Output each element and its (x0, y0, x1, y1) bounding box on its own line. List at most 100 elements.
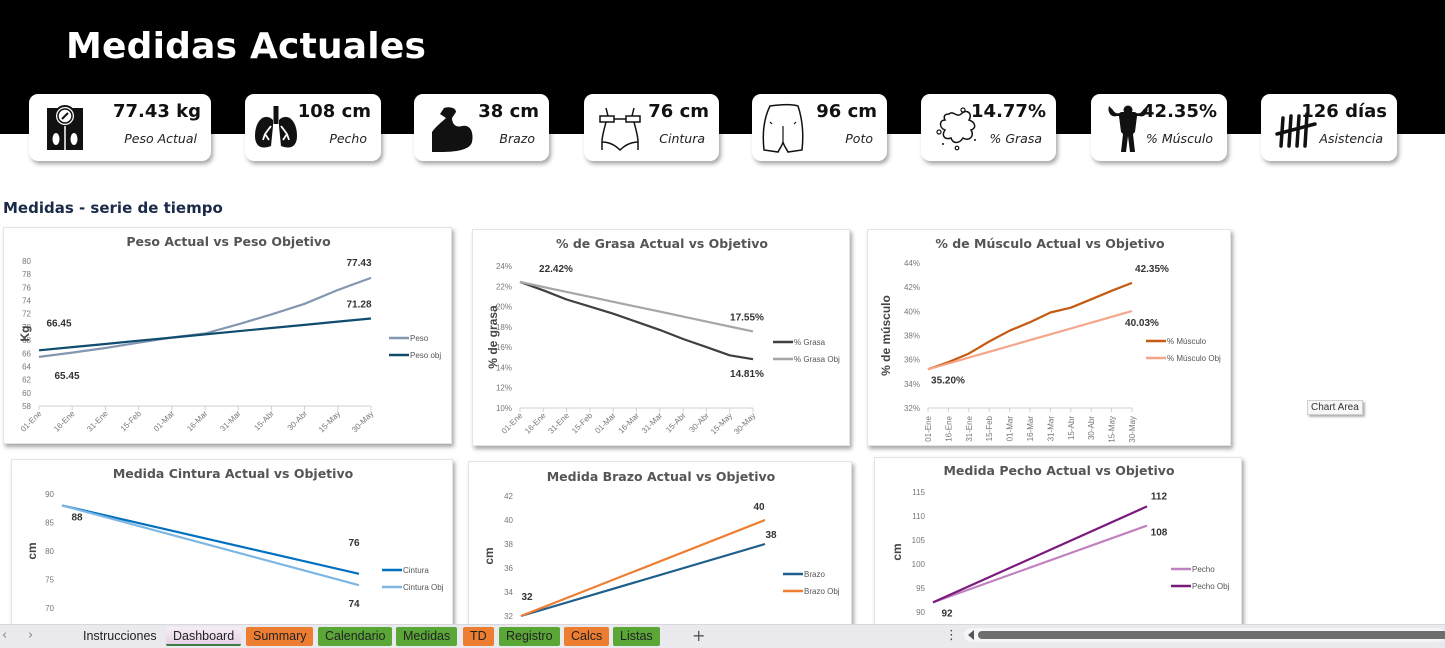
lungs-icon (255, 106, 297, 148)
legend-label: % Grasa (794, 338, 826, 347)
y-tick-label: 76 (22, 283, 31, 292)
data-label: 74 (348, 599, 360, 610)
x-tick-label: 01-Mar (1006, 416, 1015, 442)
series-line-1 (932, 505, 1148, 604)
kpi-card-asistencia: 126 días Asistencia (1261, 94, 1397, 161)
kpi-value: 77.43 kg (112, 101, 201, 122)
add-sheet-button[interactable]: + (692, 626, 705, 645)
kpi-label: % Músculo (1146, 131, 1213, 146)
data-label: 17.55% (730, 312, 764, 323)
x-tick-label: 15-Abr (252, 409, 276, 433)
horizontal-scrollbar[interactable] (964, 628, 1445, 642)
chart-peso[interactable]: Peso Actual vs Peso Objetivo 58 60 62 64 66 68… (3, 227, 452, 444)
chart-title: % de Músculo Actual vs Objetivo (935, 236, 1165, 251)
y-tick-label: 90 (45, 490, 54, 499)
data-label: 38 (765, 530, 777, 541)
next-sheet-button[interactable]: › (28, 628, 33, 643)
chart-svg: Medida Brazo Actual vs Objetivo 32 34 36 38 4… (482, 469, 840, 621)
y-tick-label: 38% (904, 332, 920, 341)
x-tick-label: 31-Mar (218, 409, 243, 434)
sheet-tab-dashboard[interactable]: Dashboard (166, 627, 242, 646)
data-label: 76 (348, 538, 360, 549)
kpi-value: 42.35% (1142, 101, 1217, 122)
sheet-tab-summary[interactable]: Summary (246, 627, 314, 646)
y-tick-label: 42% (904, 283, 920, 292)
chart-title: Medida Brazo Actual vs Objetivo (547, 469, 776, 484)
legend-label: % Grasa Obj (794, 355, 840, 364)
x-tick-label: 16-Ene (52, 409, 77, 434)
kpi-value: 14.77% (971, 101, 1046, 122)
series-line-1 (927, 309, 1133, 371)
series-line-0 (932, 524, 1148, 604)
x-tick-label: 30-May (1128, 416, 1137, 443)
sheet-tab-calcs[interactable]: Calcs (564, 627, 610, 646)
y-tick-label: 60 (22, 389, 31, 398)
sheet-tab-registro[interactable]: Registro (499, 627, 560, 646)
x-tick-label: 30-May (350, 409, 375, 434)
scroll-left-icon[interactable] (968, 630, 974, 640)
data-label: 22.42% (539, 264, 573, 275)
legend-label: % Músculo (1167, 337, 1207, 346)
series-line-1 (61, 504, 360, 587)
sheet-tab-calendario[interactable]: Calendario (318, 627, 393, 646)
chart-title: Peso Actual vs Peso Objetivo (126, 234, 331, 249)
kpi-label: % Grasa (989, 131, 1042, 146)
y-tick-label: 32% (904, 404, 920, 413)
y-tick-label: 80 (45, 547, 54, 556)
series-line-1 (519, 280, 754, 333)
series-line-0 (520, 542, 766, 618)
kpi-label: Pecho (329, 131, 367, 146)
sheet-tab-listas[interactable]: Listas (613, 627, 660, 646)
x-tick-label: 16-Ene (944, 415, 953, 441)
y-tick-label: 85 (45, 519, 54, 528)
x-tick-label: 31-Mar (1046, 416, 1055, 442)
kpi-card-cintura: 76 cm Cintura (584, 94, 719, 161)
y-axis-label: cm (482, 547, 496, 564)
legend-label: Pecho (1192, 565, 1215, 574)
y-tick-label: 32 (504, 612, 513, 621)
chart-brazo[interactable]: Medida Brazo Actual vs Objetivo 32 34 36 38 4… (468, 461, 852, 636)
chart-title: Medida Cintura Actual vs Objetivo (113, 466, 354, 481)
x-tick-label: 15-Abr (1067, 416, 1076, 440)
x-tick-label: 01-Ene (19, 409, 44, 434)
chart-cintura[interactable]: Medida Cintura Actual vs Objetivo 70 75 80 8… (11, 459, 453, 634)
x-tick-label: 01-Mar (593, 411, 618, 436)
prev-sheet-button[interactable]: ‹ (2, 628, 7, 643)
y-tick-label: 100 (912, 560, 926, 569)
y-tick-label: 72 (22, 310, 31, 319)
biceps-icon (432, 107, 473, 152)
scrollbar-thumb[interactable] (978, 631, 1445, 639)
y-tick-label: 70 (45, 604, 54, 613)
x-tick-label: 01-Ene (500, 411, 525, 436)
sheet-tab-medidas[interactable]: Medidas (396, 627, 458, 646)
x-tick-label: 16-Ene (523, 411, 548, 436)
y-tick-label: 40% (904, 307, 920, 316)
y-tick-label: 10% (496, 404, 512, 413)
data-label: 40 (753, 502, 765, 513)
chart-area-tooltip: Chart Area (1307, 400, 1363, 415)
chart-grasa[interactable]: % de Grasa Actual vs Objetivo 10% 12% 14% 16… (472, 229, 850, 446)
sheet-tab-instrucciones[interactable]: Instrucciones (76, 627, 164, 646)
more-options-icon[interactable]: ⋮ (945, 628, 958, 643)
data-label: 108 (1151, 528, 1168, 539)
y-axis-label: % de grasa (486, 305, 500, 369)
header-band (0, 0, 1445, 134)
kpi-card-pecho: 108 cm Pecho (245, 94, 381, 161)
legend-label: Cintura Obj (403, 583, 444, 592)
sheet-tab-td[interactable]: TD (463, 627, 494, 646)
data-label: 65.45 (54, 371, 79, 382)
y-tick-label: 38 (504, 540, 513, 549)
legend-label: Cintura (403, 566, 429, 575)
kpi-card-grasa: 14.77% % Grasa (921, 94, 1056, 161)
legend-label: Brazo Obj (804, 587, 840, 596)
buttocks-icon (762, 103, 804, 153)
series-line-0 (61, 504, 360, 575)
y-tick-label: 24% (496, 262, 512, 271)
chart-pecho[interactable]: Medida Pecho Actual vs Objetivo 90 95 100 10… (874, 457, 1242, 632)
x-tick-label: 16-Mar (185, 409, 210, 434)
y-tick-label: 34% (904, 380, 920, 389)
x-tick-label: 31-Ene (965, 415, 974, 441)
kpi-card-peso: 77.43 kg Peso Actual (29, 94, 211, 161)
y-tick-label: 75 (45, 576, 54, 585)
chart-musculo[interactable]: % de Músculo Actual vs Objetivo 32% 34% 36%… (867, 229, 1231, 446)
